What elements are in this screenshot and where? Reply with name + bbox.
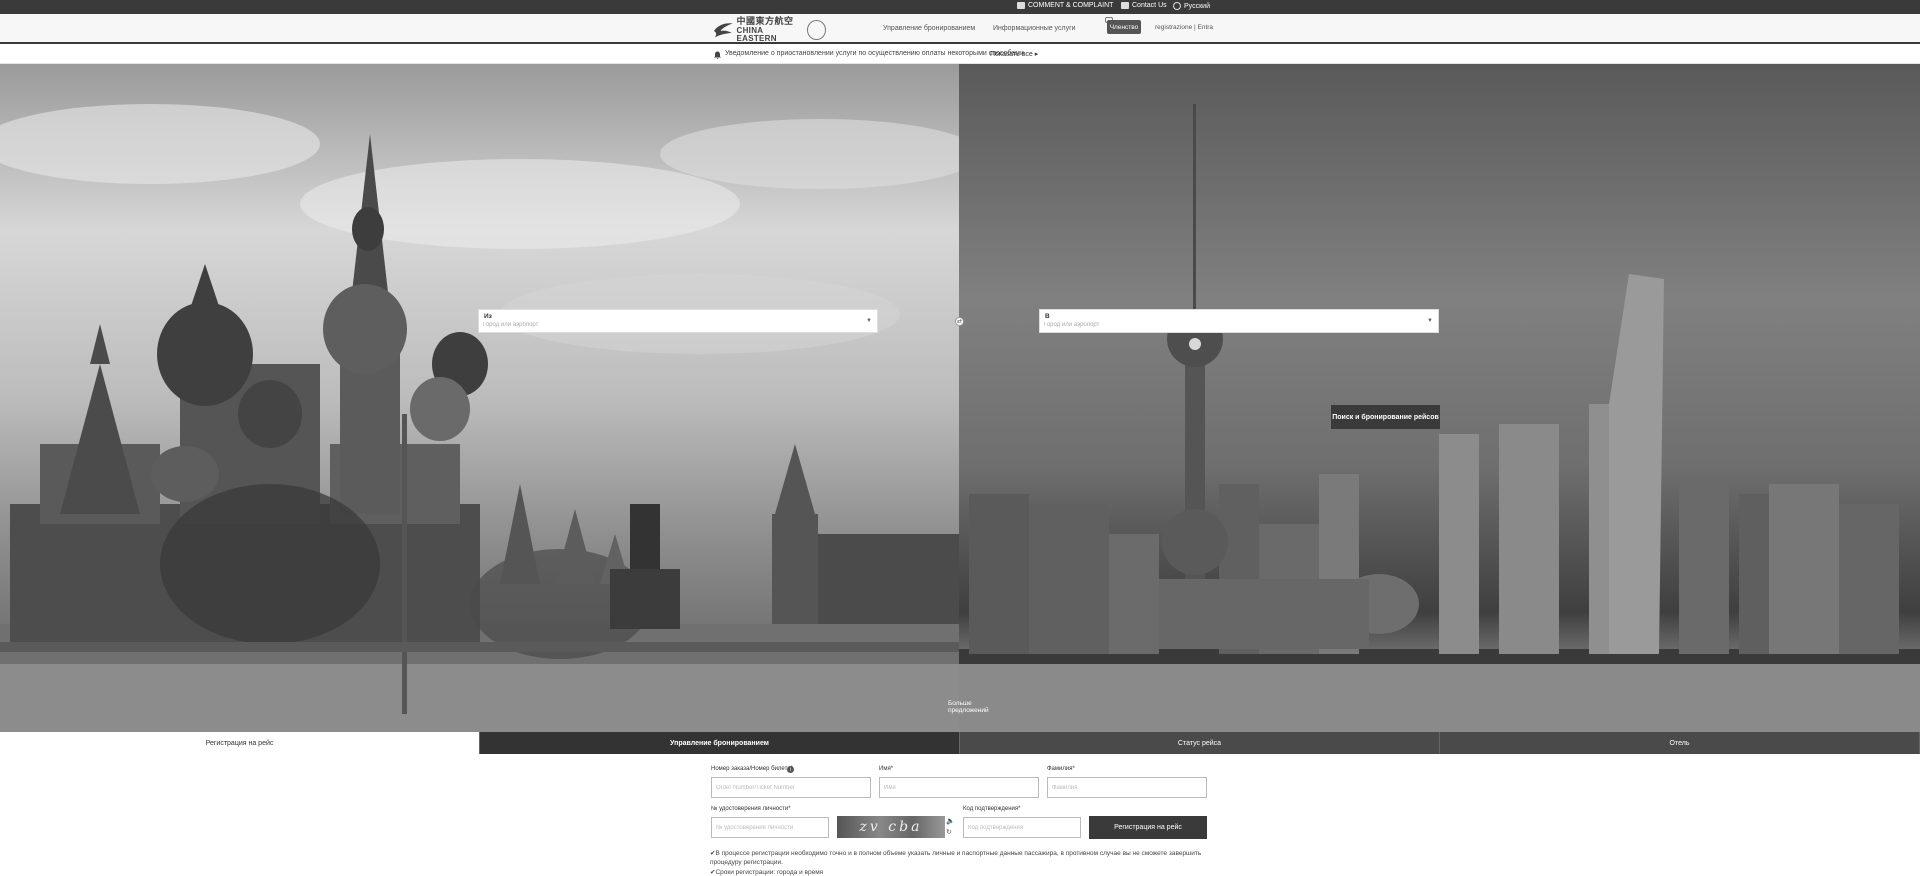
check-in-submit-button[interactable]: Регистрация на рейс — [1089, 816, 1207, 839]
service-tabs: Регистрация на рейс Управление бронирова… — [0, 732, 1920, 754]
tab-manage-booking[interactable]: Управление бронированием — [480, 732, 960, 754]
shanghai-skyline-illustration — [959, 104, 1920, 732]
to-label: В — [1045, 313, 1050, 320]
login-register-link[interactable]: registrazione | Entra — [1155, 24, 1213, 31]
mail-icon — [1121, 2, 1129, 9]
comment-complaint-link[interactable]: COMMENT & COMPLAINT — [1017, 2, 1113, 9]
verification-code-label: Код подтверждения* — [963, 806, 1021, 812]
first-name-input[interactable] — [879, 777, 1039, 798]
captcha-image: zv cba — [837, 816, 945, 838]
notice-text: Уведомление о приостановлении услуги по … — [725, 50, 1024, 57]
logo-english-text: CHINA EASTERN — [736, 25, 777, 43]
tab-check-in[interactable]: Регистрация на рейс — [0, 732, 480, 754]
bell-icon — [714, 51, 721, 59]
moscow-background-image — [0, 64, 959, 732]
search-button-label: Поиск и бронирование рейсов — [1332, 413, 1439, 421]
show-all-link[interactable]: Показать все ▸ — [990, 50, 1038, 58]
notice-bar: Уведомление о приостановлении услуги по … — [0, 46, 1920, 64]
swap-direction-button[interactable]: ⇄ — [955, 317, 964, 326]
from-field[interactable]: Из ▼ — [478, 309, 878, 333]
last-name-label: Фамилия* — [1047, 766, 1075, 772]
globe-icon — [1173, 2, 1181, 10]
order-number-input[interactable] — [711, 777, 871, 798]
skyteam-badge-icon — [807, 20, 826, 40]
id-number-input[interactable] — [711, 817, 829, 838]
language-selector[interactable]: Русский — [1173, 2, 1210, 10]
order-number-label: Номер заказа/Номер билета* — [711, 766, 793, 772]
more-offers-link[interactable]: Больше предложений — [948, 700, 992, 714]
registration-note: ✔В процессе регистрации необходимо точно… — [710, 850, 1202, 866]
chevron-down-icon[interactable]: ▼ — [1427, 318, 1433, 324]
comment-icon — [1017, 2, 1025, 9]
to-field[interactable]: В ▼ — [1039, 309, 1439, 333]
to-input[interactable] — [1044, 322, 1424, 328]
arrow-right-icon: ▸ — [1034, 51, 1039, 58]
chevron-down-icon[interactable]: ▼ — [866, 318, 872, 324]
contact-us-label: Contact Us — [1132, 2, 1167, 9]
check-in-submit-label: Регистрация на рейс — [1114, 824, 1182, 831]
swap-icon: ⇄ — [956, 319, 963, 325]
from-label: Из — [484, 313, 492, 320]
verification-code-input[interactable] — [963, 817, 1081, 838]
show-all-label: Показать все — [990, 51, 1033, 58]
comment-complaint-label: COMMENT & COMPLAINT — [1028, 2, 1114, 9]
from-input[interactable] — [483, 322, 863, 328]
search-book-flights-button[interactable]: Поиск и бронирование рейсов — [1331, 405, 1440, 429]
nav-manage-booking[interactable]: Управление бронированием — [883, 25, 975, 32]
china-eastern-logo[interactable]: 中國東方航空 CHINA EASTERN — [713, 17, 826, 43]
contact-us-link[interactable]: Contact Us — [1121, 2, 1167, 9]
id-number-label: № удостоверения личности* — [711, 806, 791, 812]
first-name-label: Имя* — [879, 766, 894, 772]
last-name-input[interactable] — [1047, 777, 1207, 798]
registration-deadline-note[interactable]: ✔Сроки регистрации: города и время — [710, 869, 1210, 876]
info-icon[interactable]: i — [787, 766, 794, 773]
moscow-cathedral-illustration — [0, 104, 959, 732]
tab-hotel[interactable]: Отель — [1440, 732, 1920, 754]
hero-banner: Из ▼ ⇄ В ▼ Поиск и бронирование рейсов Б… — [0, 64, 1920, 732]
swallow-logo-icon — [713, 23, 733, 38]
audio-icon[interactable]: 🔈 — [946, 817, 955, 825]
membership-button[interactable]: Членство — [1107, 20, 1141, 34]
tab-flight-status[interactable]: Статус рейса — [960, 732, 1440, 754]
refresh-icon[interactable]: ↻ — [946, 828, 952, 836]
shanghai-background-image — [959, 64, 1920, 732]
nav-information-services[interactable]: Информационные услуги — [993, 25, 1076, 32]
language-label: Русский — [1184, 2, 1210, 10]
top-utility-bar: COMMENT & COMPLAINT Contact Us Русский — [0, 0, 1920, 14]
main-header: 中國東方航空 CHINA EASTERN Управление брониров… — [0, 14, 1920, 44]
